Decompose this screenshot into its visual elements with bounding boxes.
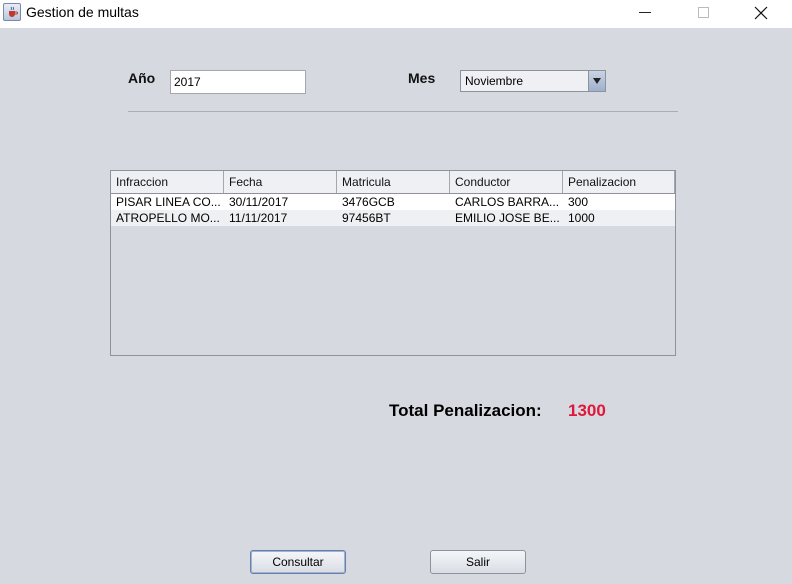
table-row[interactable]: PISAR LINEA CO... 30/11/2017 3476GCB CAR… [111, 194, 675, 210]
window-title: Gestion de multas [26, 4, 139, 20]
table-cell: 97456BT [342, 211, 391, 225]
table-cell: EMILIO JOSE BE... [455, 211, 560, 225]
year-input[interactable]: 2017 [170, 70, 306, 94]
table-cell: CARLOS BARRA... [455, 195, 560, 209]
table-row[interactable]: ATROPELLO MO... 11/11/2017 97456BT EMILI… [111, 210, 675, 226]
year-input-value: 2017 [174, 75, 201, 89]
table-cell: ATROPELLO MO... [116, 211, 220, 225]
consultar-button[interactable]: Consultar [250, 550, 346, 574]
title-bar: Gestion de multas [0, 0, 792, 28]
column-header[interactable]: Penalizacion [563, 171, 675, 193]
table-header: Infraccion Fecha Matricula Conductor Pen… [111, 171, 675, 194]
column-header[interactable]: Infraccion [111, 171, 224, 193]
column-header[interactable]: Fecha [224, 171, 337, 193]
column-header[interactable]: Conductor [450, 171, 563, 193]
maximize-icon [698, 7, 709, 18]
table-cell: 30/11/2017 [229, 195, 289, 209]
total-penalty-value: 1300 [568, 401, 606, 420]
minimize-icon [639, 12, 651, 13]
minimize-button[interactable] [622, 0, 668, 28]
column-header[interactable]: Matricula [337, 171, 450, 193]
java-cup-icon [3, 3, 21, 21]
table-cell: 300 [568, 195, 589, 209]
dropdown-arrow-button[interactable] [588, 71, 605, 91]
month-label: Mes [408, 70, 436, 86]
table-cell: 11/11/2017 [229, 211, 288, 225]
total-penalty-label: Total Penalizacion: [389, 401, 542, 420]
separator [128, 111, 678, 112]
table-cell: 3476GCB [342, 195, 395, 209]
fines-table[interactable]: Infraccion Fecha Matricula Conductor Pen… [110, 170, 676, 356]
close-icon [754, 6, 768, 20]
maximize-button[interactable] [680, 0, 726, 28]
table-cell: PISAR LINEA CO... [116, 195, 221, 209]
chevron-down-icon [593, 78, 601, 84]
salir-button[interactable]: Salir [430, 550, 526, 574]
close-button[interactable] [738, 0, 784, 28]
year-label: Año [128, 70, 156, 86]
month-select[interactable]: Noviembre [460, 70, 606, 92]
table-cell: 1000 [568, 211, 595, 225]
month-select-value: Noviembre [465, 74, 524, 88]
